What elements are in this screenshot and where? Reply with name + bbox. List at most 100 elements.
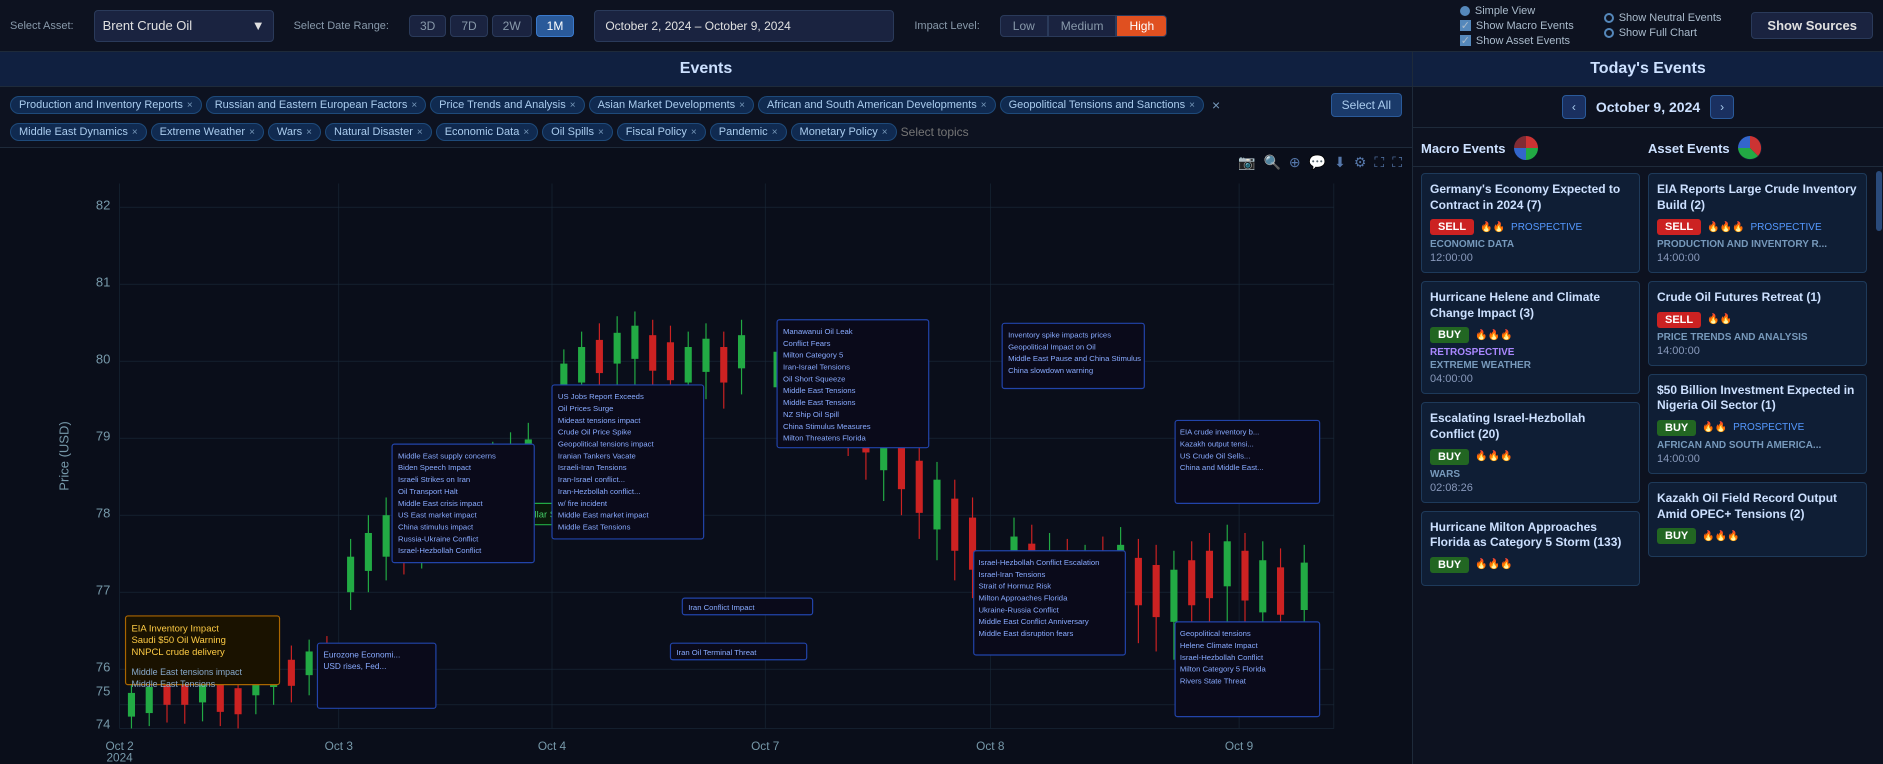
close-icon[interactable]: × [132,127,138,138]
date-btn-2w[interactable]: 2W [492,15,532,37]
close-filter-btn[interactable]: × [1212,97,1220,113]
event-card-crude-retreat[interactable]: Crude Oil Futures Retreat (1) SELL 🔥🔥 PR… [1648,281,1867,366]
svg-text:NNPCL crude delivery: NNPCL crude delivery [131,647,225,658]
top-bar: Select Asset: Brent Crude Oil ▼ Select D… [0,0,1883,52]
svg-text:Middle East market impact: Middle East market impact [558,511,649,520]
buy-badge: BUY [1430,557,1469,573]
svg-text:Middle East crisis impact: Middle East crisis impact [398,499,483,508]
close-icon[interactable]: × [523,127,529,138]
filter-extreme-weather[interactable]: Extreme Weather × [151,123,264,141]
filter-production[interactable]: Production and Inventory Reports × [10,96,202,114]
close-icon[interactable]: × [598,127,604,138]
event-card-kazakh[interactable]: Kazakh Oil Field Record Output Amid OPEC… [1648,482,1867,557]
filter-russian[interactable]: Russian and Eastern European Factors × [206,96,426,114]
filter-price[interactable]: Price Trends and Analysis × [430,96,584,114]
event-card-eia[interactable]: EIA Reports Large Crude Inventory Build … [1648,173,1867,273]
svg-text:Middle East disruption fears: Middle East disruption fears [978,629,1073,638]
flame-icons: 🔥🔥🔥 [1707,222,1744,233]
svg-text:US East market impact: US East market impact [398,511,477,520]
scrollbar[interactable] [1875,167,1883,764]
close-icon[interactable]: × [1189,100,1195,111]
camera-icon[interactable]: 📷 [1236,152,1257,173]
svg-text:Crude Oil Price Spike: Crude Oil Price Spike [558,428,632,437]
filter-asian[interactable]: Asian Market Developments × [589,96,754,114]
event-card-nigeria[interactable]: $50 Billion Investment Expected in Niger… [1648,374,1867,474]
impact-medium[interactable]: Medium [1048,15,1117,37]
close-icon[interactable]: × [249,127,255,138]
filter-input[interactable] [901,123,1001,141]
close-icon[interactable]: × [187,100,193,111]
svg-text:Middle East supply concerns: Middle East supply concerns [398,451,496,460]
event-card-germany[interactable]: Germany's Economy Expected to Contract i… [1421,173,1640,273]
svg-text:Geopolitical tensions: Geopolitical tensions [1180,629,1251,638]
svg-text:Oct 8: Oct 8 [976,739,1005,753]
asset-pie-chart [1736,134,1764,162]
date-btn-1m[interactable]: 1M [536,15,575,37]
chart-toolbar: 📷 🔍 ⊕ 💬 ⬇ ⚙ ⛶ ⛶ [1236,152,1404,173]
asset-events-column: EIA Reports Large Crude Inventory Build … [1648,173,1867,758]
crosshair-icon[interactable]: ⊕ [1287,152,1303,173]
svg-text:Russia-Ukraine Conflict: Russia-Ukraine Conflict [398,534,479,543]
date-range-input[interactable] [594,10,894,42]
date-next-button[interactable]: › [1710,95,1734,119]
sell-badge: SELL [1657,312,1701,328]
event-badge-row: BUY 🔥🔥 PROSPECTIVE [1657,420,1858,436]
select-all-button[interactable]: Select All [1331,93,1402,117]
svg-text:Mideast tensions impact: Mideast tensions impact [558,416,641,425]
svg-text:China Stimulus Measures: China Stimulus Measures [783,422,871,431]
svg-text:Iran-Israel Tensions: Iran-Israel Tensions [783,363,850,372]
filter-monetary[interactable]: Monetary Policy × [791,123,897,141]
show-sources-button[interactable]: Show Sources [1751,12,1873,39]
filter-wars[interactable]: Wars × [268,123,321,141]
date-btn-3d[interactable]: 3D [409,15,446,37]
filter-pandemic[interactable]: Pandemic × [710,123,787,141]
close-icon[interactable]: × [417,127,423,138]
event-card-hezbollah[interactable]: Escalating Israel-Hezbollah Conflict (20… [1421,402,1640,502]
event-time: 04:00:00 [1430,373,1631,385]
close-icon[interactable]: × [739,100,745,111]
filter-fiscal[interactable]: Fiscal Policy × [617,123,706,141]
filter-economic[interactable]: Economic Data × [436,123,538,141]
event-badge-row: SELL 🔥🔥 [1657,312,1858,328]
impact-high[interactable]: High [1116,15,1167,37]
svg-text:Middle East Tensions: Middle East Tensions [783,386,856,395]
svg-text:Inventory spike impacts prices: Inventory spike impacts prices [1008,331,1111,340]
download-icon[interactable]: ⬇ [1332,152,1348,173]
event-card-helene[interactable]: Hurricane Helene and Climate Change Impa… [1421,281,1640,394]
annotation-icon[interactable]: 💬 [1307,152,1328,173]
settings-icon[interactable]: ⚙ [1352,152,1369,173]
filter-geopolitical[interactable]: Geopolitical Tensions and Sanctions × [1000,96,1204,114]
close-icon[interactable]: × [306,127,312,138]
close-icon[interactable]: × [411,100,417,111]
svg-text:Middle East Tensions: Middle East Tensions [783,398,856,407]
flame-icons: 🔥🔥🔥 [1475,559,1512,570]
event-card-milton[interactable]: Hurricane Milton Approaches Florida as C… [1421,511,1640,586]
close-icon[interactable]: × [691,127,697,138]
show-asset-option[interactable]: ✓ Show Asset Events [1460,35,1574,47]
svg-text:Geopolitical tensions impact: Geopolitical tensions impact [558,440,655,449]
close-icon[interactable]: × [981,100,987,111]
filter-african[interactable]: African and South American Developments … [758,96,996,114]
svg-text:Strait of Hormuz Risk: Strait of Hormuz Risk [978,582,1051,591]
filter-middle-east[interactable]: Middle East Dynamics × [10,123,147,141]
filter-natural-disaster[interactable]: Natural Disaster × [325,123,432,141]
expand-icon[interactable]: ⛶ [1372,152,1386,173]
svg-text:Israel-Hezbollah Conflict: Israel-Hezbollah Conflict [1180,653,1264,662]
close-icon[interactable]: × [882,127,888,138]
date-prev-button[interactable]: ‹ [1562,95,1586,119]
show-full-chart-option[interactable]: Show Full Chart [1604,27,1722,39]
zoom-in-icon[interactable]: 🔍 [1261,152,1282,173]
show-macro-option[interactable]: ✓ Show Macro Events [1460,20,1574,32]
fullscreen-icon[interactable]: ⛶ [1390,152,1404,173]
close-icon[interactable]: × [772,127,778,138]
asset-select[interactable]: Brent Crude Oil ▼ [94,10,274,42]
close-icon[interactable]: × [570,100,576,111]
filter-oil-spills[interactable]: Oil Spills × [542,123,613,141]
svg-text:Oct 7: Oct 7 [751,739,779,753]
impact-low[interactable]: Low [1000,15,1048,37]
svg-text:Manawanui Oil Leak: Manawanui Oil Leak [783,327,853,336]
show-neutral-option[interactable]: Show Neutral Events [1604,12,1722,24]
date-btn-7d[interactable]: 7D [450,15,487,37]
simple-view-option[interactable]: Simple View [1460,5,1574,17]
svg-text:Saudi $50 Oil Warning: Saudi $50 Oil Warning [131,635,225,646]
